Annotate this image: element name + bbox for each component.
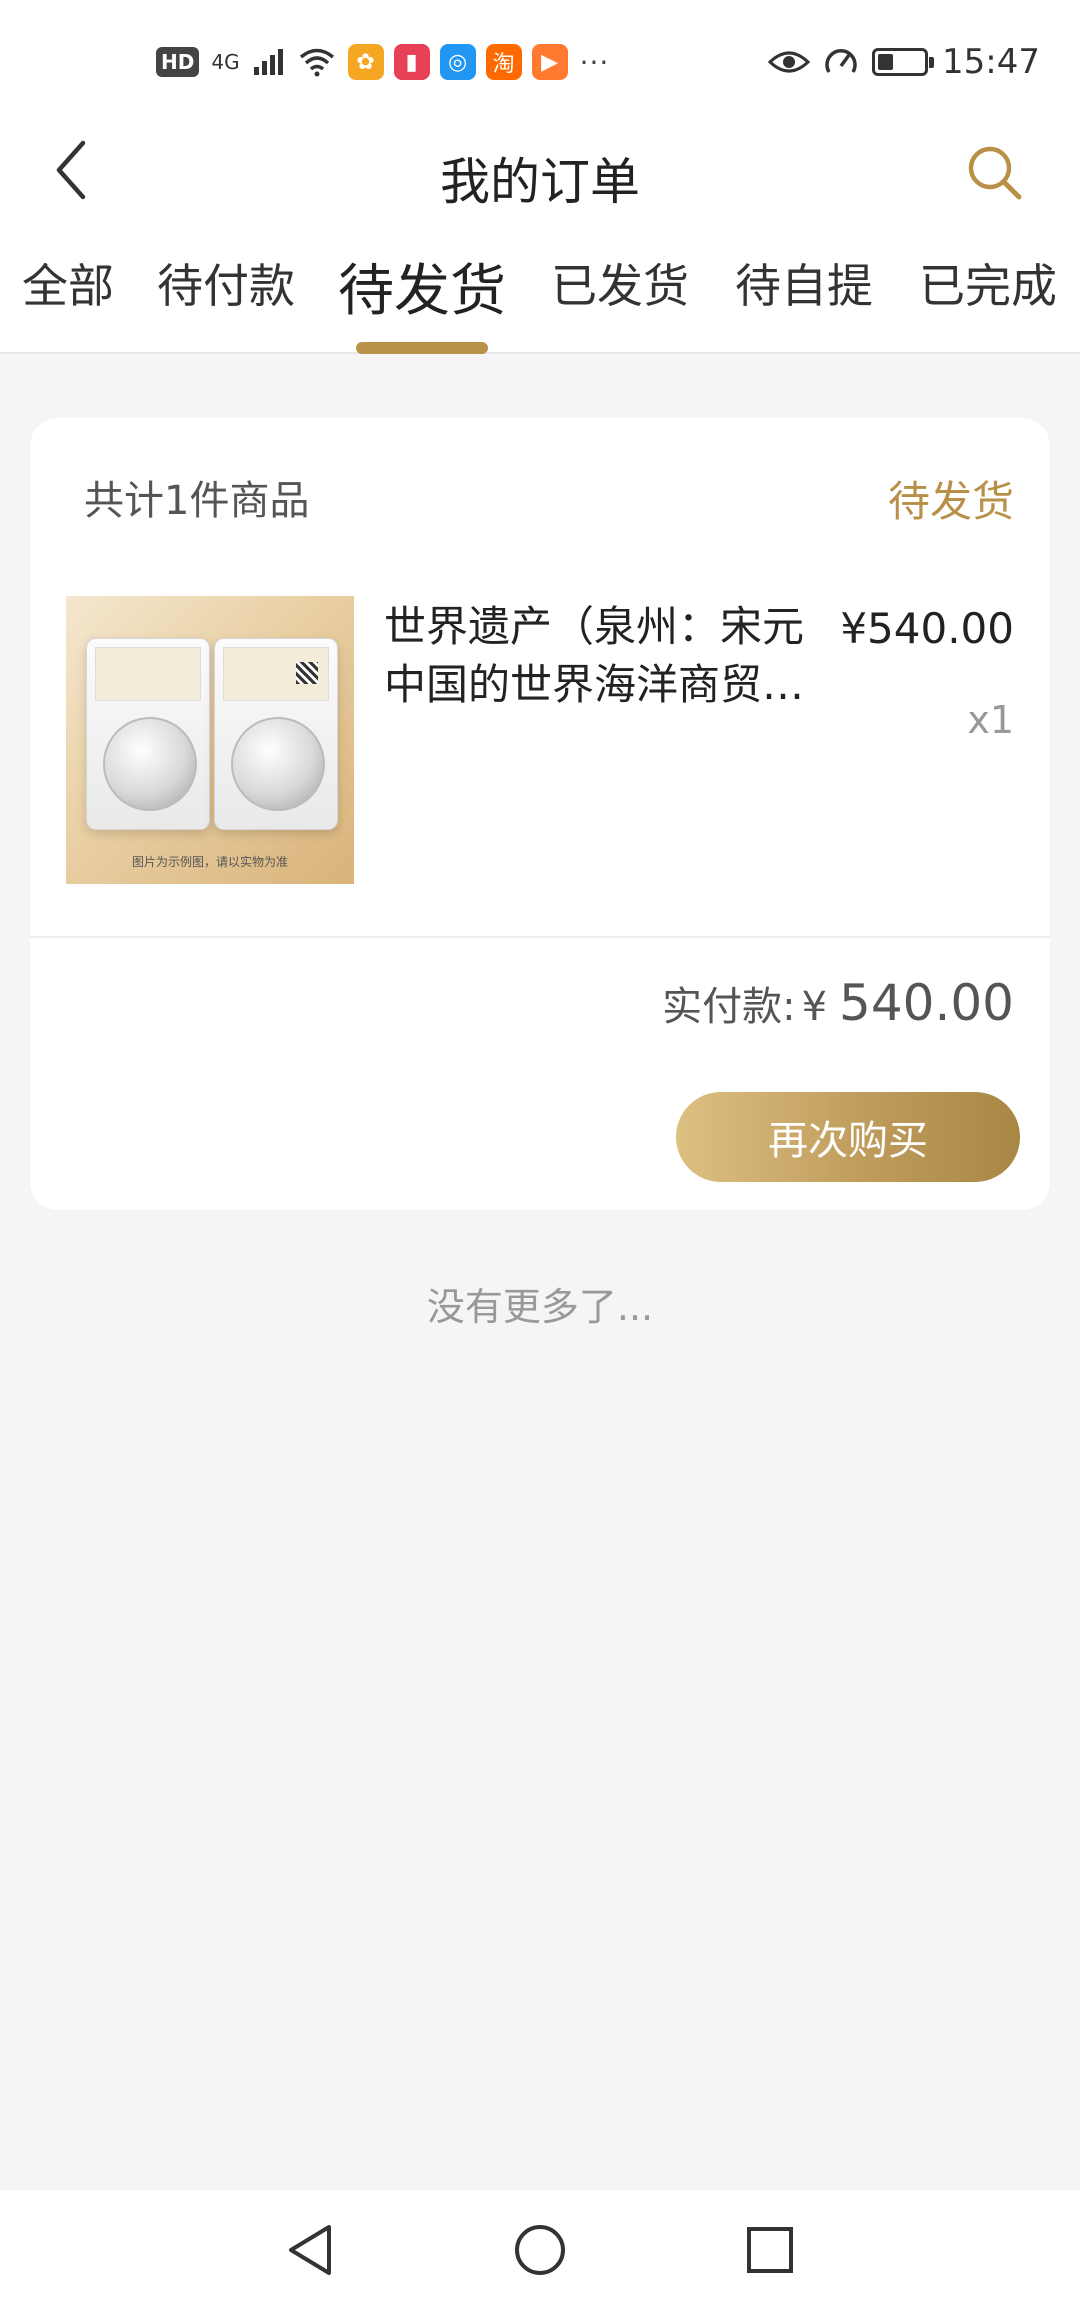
signal-icon xyxy=(253,49,283,75)
order-status: 待发货 xyxy=(887,477,1014,526)
status-bar-right: 15:47 xyxy=(768,40,1040,84)
paid-currency: ¥ xyxy=(801,984,828,1030)
video-app-icon: ▶ xyxy=(531,44,568,80)
battery-level xyxy=(878,54,894,70)
tab-completed[interactable]: 已完成 xyxy=(914,250,1062,330)
page-title: 我的订单 xyxy=(440,153,640,211)
coin-slab-front xyxy=(86,638,210,830)
product-name[interactable]: 世界遗产（泉州：宋元中国的世界海洋商贸中心） xyxy=(384,598,824,714)
search-button[interactable] xyxy=(960,138,1030,208)
tab-shipped[interactable]: 已发货 xyxy=(546,250,694,330)
hd-icon: HD xyxy=(156,47,200,77)
network-type: 4G xyxy=(211,50,240,74)
search-icon xyxy=(968,146,1022,200)
paid-amount: 540.00 xyxy=(839,974,1014,1032)
buy-again-button[interactable]: 再次购买 xyxy=(676,1092,1020,1182)
chat-app-icon: ✿ xyxy=(347,44,384,80)
search-app-icon: ◎ xyxy=(439,44,476,80)
tab-pending-payment[interactable]: 待付款 xyxy=(152,250,300,330)
taobao-app-icon: 淘 xyxy=(485,44,522,80)
square-recents-icon xyxy=(747,2227,793,2273)
tab-all[interactable]: 全部 xyxy=(18,250,118,330)
coin-obverse xyxy=(231,717,325,811)
wifi-icon xyxy=(299,48,334,77)
order-card[interactable]: 共计1件商品 待发货 图片为示例图，请以实物为准 世界遗产（泉州：宋元中国的世界… xyxy=(30,418,1050,1210)
no-more-text: 没有更多了... xyxy=(426,1285,654,1329)
system-navigation-bar xyxy=(0,2190,1080,2310)
eye-icon xyxy=(768,51,811,73)
product-quantity: x1 xyxy=(967,698,1014,742)
item-count: 共计1件商品 xyxy=(84,478,310,524)
clock: 15:47 xyxy=(942,42,1040,82)
status-bar: HD 4G ✿ ▮ ◎ 淘 ▶ ··· 15:47 xyxy=(0,0,1080,120)
status-bar-left: HD 4G ✿ ▮ ◎ 淘 ▶ ··· xyxy=(156,40,609,84)
book-app-icon: ▮ xyxy=(393,44,430,80)
active-tab-indicator xyxy=(356,342,488,354)
image-caption: 图片为示例图，请以实物为准 xyxy=(131,855,288,869)
system-recents-button[interactable] xyxy=(740,2220,800,2280)
coin-slab-back xyxy=(214,638,338,830)
paid-amount-row: 实付款: ¥ 540.00 xyxy=(662,974,1014,1032)
back-button[interactable] xyxy=(36,135,106,205)
speed-icon xyxy=(825,49,857,73)
coin-reverse xyxy=(103,717,197,811)
tab-pending-shipment[interactable]: 待发货 xyxy=(334,246,510,326)
chevron-left-icon xyxy=(56,140,86,200)
system-home-button[interactable] xyxy=(510,2220,570,2280)
triangle-back-icon xyxy=(289,2225,331,2275)
product-price: ¥540.00 xyxy=(840,604,1014,653)
nav-bar: 我的订单 xyxy=(0,120,1080,220)
paid-label: 实付款: xyxy=(662,984,796,1030)
battery-icon xyxy=(872,48,935,76)
notification-app-icons: ✿ ▮ ◎ 淘 ▶ xyxy=(347,44,568,80)
circle-home-icon xyxy=(515,2225,565,2275)
order-status-tabs: 全部 待付款 待发货 已发货 待自提 已完成 xyxy=(0,220,1080,354)
qr-code-icon xyxy=(296,662,318,684)
product-image[interactable]: 图片为示例图，请以实物为准 xyxy=(66,596,354,884)
system-back-button[interactable] xyxy=(280,2220,340,2280)
divider xyxy=(30,936,1050,938)
more-notifications-icon: ··· xyxy=(579,45,610,79)
tab-pending-pickup[interactable]: 待自提 xyxy=(730,250,878,330)
